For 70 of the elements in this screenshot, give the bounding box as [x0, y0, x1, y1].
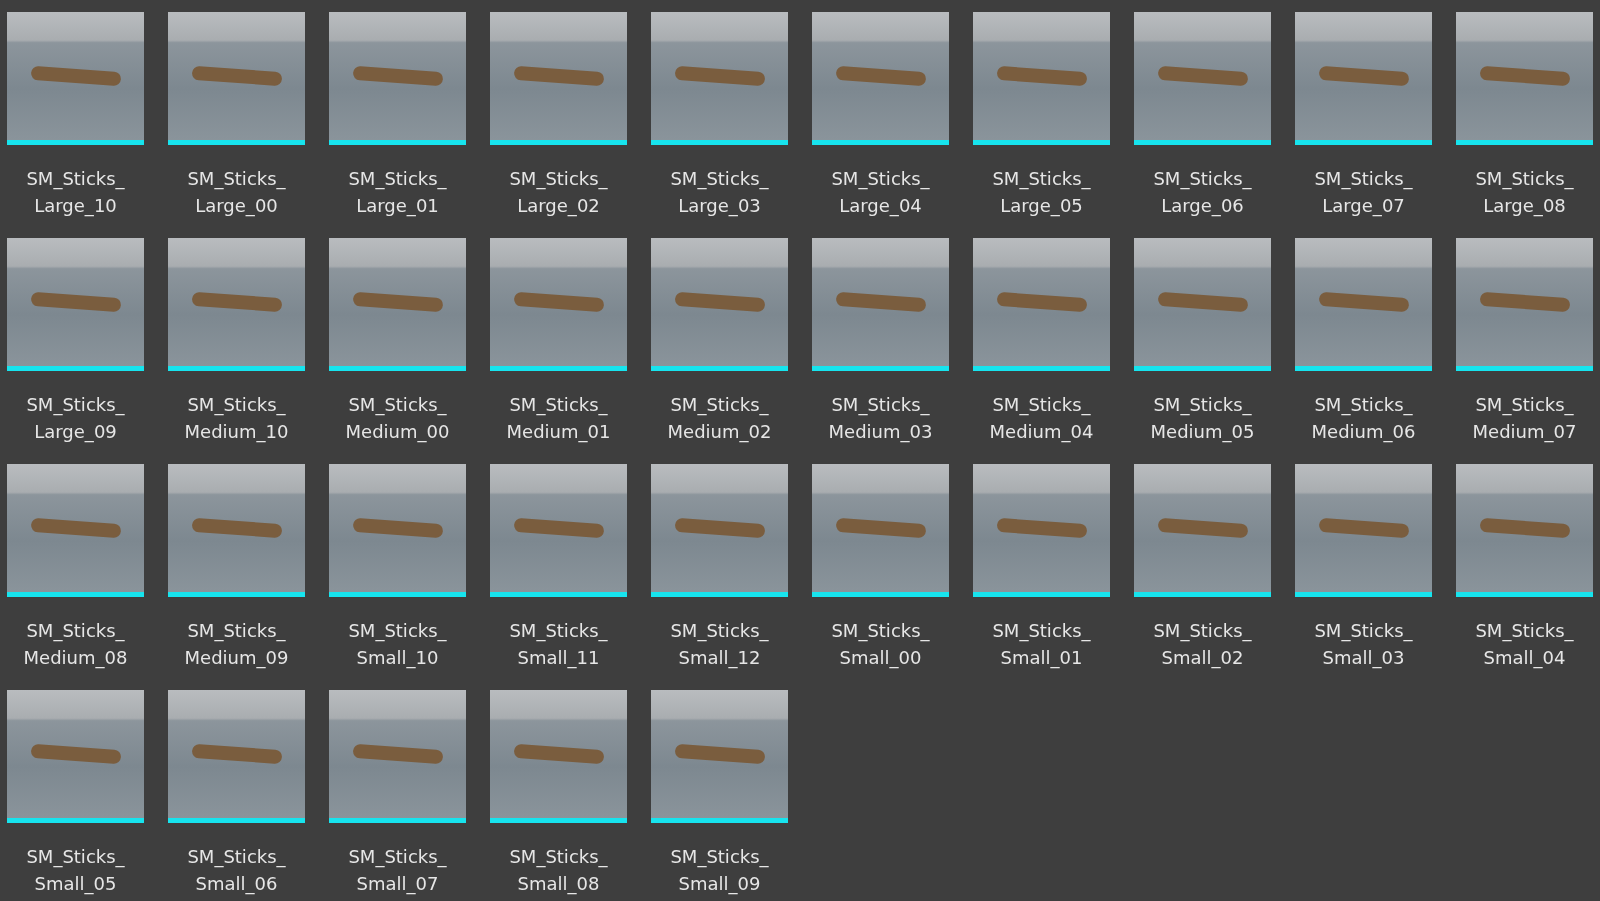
stick-render-thumbnail[interactable] — [329, 238, 466, 366]
stick-render-thumbnail[interactable] — [651, 690, 788, 818]
asset-name: SM_Sticks_Large_08 — [1474, 167, 1575, 219]
asset-name: SM_Sticks_Medium_10 — [183, 393, 290, 445]
stick-render-thumbnail[interactable] — [1134, 238, 1271, 366]
asset-name: SM_Sticks_Small_11 — [508, 619, 609, 671]
asset-name: SM_Sticks_Small_03 — [1313, 619, 1414, 671]
stick-render-thumbnail[interactable] — [1134, 12, 1271, 140]
stick-render-thumbnail[interactable] — [812, 12, 949, 140]
stick-render-thumbnail[interactable] — [1295, 238, 1432, 366]
asset-name: SM_Sticks_Medium_02 — [666, 393, 773, 445]
asset-name: SM_Sticks_Large_00 — [186, 167, 287, 219]
stick-render-thumbnail[interactable] — [168, 12, 305, 140]
asset-name: SM_Sticks_Small_09 — [669, 845, 770, 897]
stick-render-thumbnail[interactable] — [651, 238, 788, 366]
asset-name: SM_Sticks_Medium_08 — [22, 619, 129, 671]
asset-name: SM_Sticks_Large_09 — [25, 393, 126, 445]
asset-name: SM_Sticks_Small_07 — [347, 845, 448, 897]
stick-render-thumbnail[interactable] — [329, 12, 466, 140]
asset-name: SM_Sticks_Small_02 — [1152, 619, 1253, 671]
asset-name: SM_Sticks_Large_05 — [991, 167, 1092, 219]
asset-name: SM_Sticks_Medium_07 — [1471, 393, 1578, 445]
asset-name: SM_Sticks_Large_06 — [1152, 167, 1253, 219]
stick-render-thumbnail[interactable] — [490, 464, 627, 592]
stick-render-thumbnail[interactable] — [7, 464, 144, 592]
asset-name: SM_Sticks_Small_05 — [25, 845, 126, 897]
stick-render-thumbnail[interactable] — [973, 12, 1110, 140]
stick-render-thumbnail[interactable] — [1295, 12, 1432, 140]
stick-render-thumbnail[interactable] — [651, 464, 788, 592]
asset-name: SM_Sticks_Large_04 — [830, 167, 931, 219]
stick-render-thumbnail[interactable] — [973, 238, 1110, 366]
stick-render-thumbnail[interactable] — [168, 238, 305, 366]
stick-render-thumbnail[interactable] — [168, 690, 305, 818]
asset-name: SM_Sticks_Large_03 — [669, 167, 770, 219]
asset-name: SM_Sticks_Medium_06 — [1310, 393, 1417, 445]
asset-name: SM_Sticks_Small_06 — [186, 845, 287, 897]
asset-name: SM_Sticks_Large_02 — [508, 167, 609, 219]
stick-render-thumbnail[interactable] — [329, 690, 466, 818]
asset-name: SM_Sticks_Large_01 — [347, 167, 448, 219]
asset-name: SM_Sticks_Small_12 — [669, 619, 770, 671]
asset-name: SM_Sticks_Medium_03 — [827, 393, 934, 445]
asset-name: SM_Sticks_Medium_01 — [505, 393, 612, 445]
stick-render-thumbnail[interactable] — [1456, 12, 1593, 140]
stick-render-thumbnail[interactable] — [7, 12, 144, 140]
stick-render-thumbnail[interactable] — [973, 464, 1110, 592]
stick-render-thumbnail[interactable] — [1456, 464, 1593, 592]
stick-render-thumbnail[interactable] — [812, 464, 949, 592]
asset-name: SM_Sticks_Small_08 — [508, 845, 609, 897]
stick-render-thumbnail[interactable] — [651, 12, 788, 140]
asset-name: SM_Sticks_Small_01 — [991, 619, 1092, 671]
stick-render-thumbnail[interactable] — [1134, 464, 1271, 592]
stick-render-thumbnail[interactable] — [329, 464, 466, 592]
stick-render-thumbnail[interactable] — [812, 238, 949, 366]
asset-name: SM_Sticks_Large_10 — [25, 167, 126, 219]
stick-render-thumbnail[interactable] — [7, 690, 144, 818]
stick-render-thumbnail[interactable] — [1295, 464, 1432, 592]
asset-name: SM_Sticks_Large_07 — [1313, 167, 1414, 219]
asset-name: SM_Sticks_Medium_05 — [1149, 393, 1256, 445]
asset-name: SM_Sticks_Small_10 — [347, 619, 448, 671]
stick-render-thumbnail[interactable] — [168, 464, 305, 592]
stick-render-thumbnail[interactable] — [1456, 238, 1593, 366]
stick-render-thumbnail[interactable] — [490, 12, 627, 140]
stick-render-thumbnail[interactable] — [7, 238, 144, 366]
asset-name: SM_Sticks_Small_00 — [830, 619, 931, 671]
asset-name: SM_Sticks_Medium_04 — [988, 393, 1095, 445]
asset-name: SM_Sticks_Medium_00 — [344, 393, 451, 445]
asset-name: SM_Sticks_Medium_09 — [183, 619, 290, 671]
asset-name: SM_Sticks_Small_04 — [1474, 619, 1575, 671]
stick-render-thumbnail[interactable] — [490, 690, 627, 818]
stick-render-thumbnail[interactable] — [490, 238, 627, 366]
